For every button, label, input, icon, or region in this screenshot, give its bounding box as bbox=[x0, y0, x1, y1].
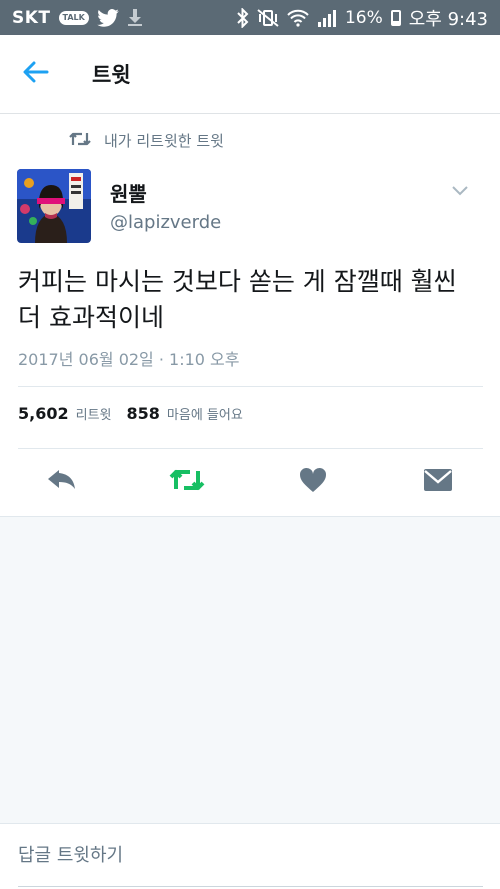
divider bbox=[18, 386, 483, 387]
page-title: 트윗 bbox=[92, 63, 131, 87]
tweet-menu-button[interactable] bbox=[446, 176, 474, 204]
clock: 오후 9:43 bbox=[408, 8, 488, 30]
carrier-label: SKT bbox=[12, 7, 51, 28]
heart-icon bbox=[299, 467, 327, 497]
retweet-button[interactable] bbox=[167, 462, 207, 502]
author-handle[interactable]: @lapizverde bbox=[110, 212, 221, 233]
like-count[interactable]: 858 bbox=[127, 404, 160, 423]
signal-icon bbox=[317, 9, 337, 27]
reply-button[interactable] bbox=[42, 462, 82, 502]
divider bbox=[18, 448, 483, 449]
bluetooth-icon bbox=[237, 7, 249, 28]
retweet-context[interactable]: 내가 리트윗한 트윗 bbox=[68, 130, 224, 151]
kakaotalk-icon: TALK bbox=[58, 10, 89, 25]
avatar[interactable] bbox=[17, 169, 91, 243]
back-button[interactable] bbox=[12, 50, 60, 98]
vibrate-mute-icon bbox=[257, 8, 279, 27]
author-name[interactable]: 원뿔 bbox=[110, 178, 147, 207]
reply-input[interactable] bbox=[18, 824, 483, 887]
chevron-down-icon bbox=[452, 181, 468, 200]
download-icon bbox=[127, 8, 143, 27]
direct-message-button[interactable] bbox=[418, 462, 458, 502]
app-header: 트윗 bbox=[0, 35, 500, 114]
twitter-bird-icon bbox=[97, 8, 119, 27]
tweet-stats: 5,602 리트윗 858 마음에 들어요 bbox=[18, 404, 258, 423]
tweet-actions bbox=[0, 462, 500, 502]
tweet-text: 커피는 마시는 것보다 쏟는 게 잠깰때 훨씬 더 효과적이네 bbox=[18, 267, 457, 332]
status-bar: SKT TALK 16% 오후 9:43 bbox=[0, 0, 500, 35]
retweet-context-label: 내가 리트윗한 트윗 bbox=[104, 132, 224, 150]
retweet-small-icon bbox=[68, 131, 92, 151]
retweet-icon bbox=[168, 467, 206, 497]
battery-percent: 16% bbox=[344, 7, 383, 28]
tweet-detail: 내가 리트윗한 트윗 원뿔 @lapizverde 커피는 마시는 것보다 쏟는… bbox=[0, 114, 500, 517]
retweet-count[interactable]: 5,602 bbox=[18, 404, 69, 423]
reply-icon bbox=[46, 468, 78, 496]
tweet-timestamp[interactable]: 2017년 06월 02일 · 1:10 오후 bbox=[18, 346, 239, 370]
battery-icon bbox=[390, 9, 401, 26]
reply-bar bbox=[0, 823, 500, 889]
back-arrow-icon bbox=[23, 61, 49, 87]
wifi-icon bbox=[287, 9, 309, 27]
retweet-count-label[interactable]: 리트윗 bbox=[76, 404, 112, 423]
envelope-icon bbox=[423, 468, 453, 496]
like-count-label[interactable]: 마음에 들어요 bbox=[167, 404, 243, 423]
like-button[interactable] bbox=[293, 462, 333, 502]
